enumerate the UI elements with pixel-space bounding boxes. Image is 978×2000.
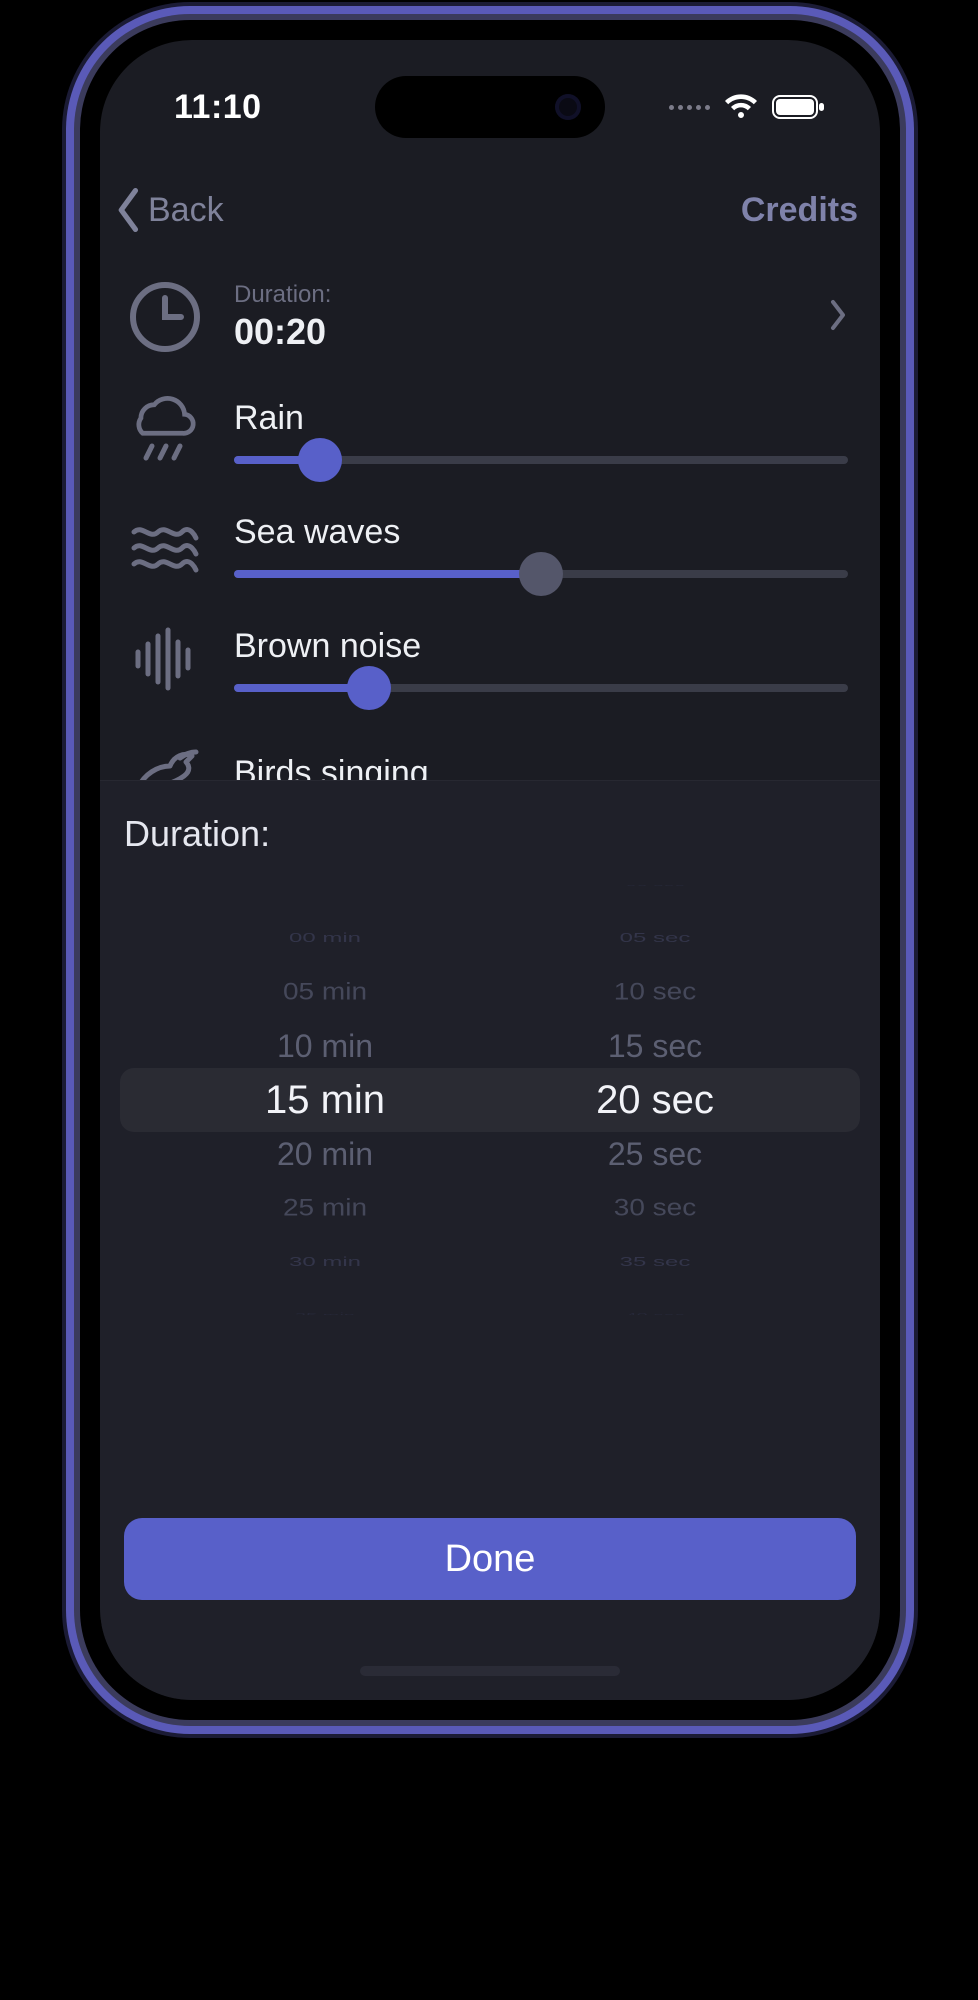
phone-screen: 11:10 Back: [100, 40, 880, 1700]
status-right-cluster: [669, 94, 826, 120]
picker-option[interactable]: 05 min: [283, 969, 367, 1015]
soundwave-icon: [126, 620, 204, 698]
slider-fill: [234, 570, 541, 578]
back-button-label: Back: [148, 191, 224, 230]
nav-bar: Back Credits: [100, 170, 880, 250]
picker-option[interactable]: 25 min: [283, 1185, 367, 1231]
waves-icon: [126, 506, 204, 584]
picker-minutes-opts: 00 min 05 min10 min15 min20 min25 min 30 m…: [195, 911, 455, 1315]
picker-option[interactable]: 25 sec: [608, 1127, 702, 1181]
picker-seconds-column[interactable]: 00 sec 05 sec 10 sec15 sec20 sec25 sec30 s…: [525, 885, 785, 1315]
brown-noise-volume-slider[interactable]: [234, 684, 848, 692]
done-button-label: Done: [445, 1538, 536, 1581]
credits-button-label: Credits: [741, 191, 858, 229]
rain-volume-slider[interactable]: [234, 456, 848, 464]
chevron-right-icon: [828, 298, 848, 337]
picker-option[interactable]: 30 min: [289, 1247, 361, 1277]
slider-thumb[interactable]: [347, 666, 391, 710]
sound-row-label: Brown noise: [234, 627, 848, 666]
picker-seconds-opts: 00 sec 05 sec 10 sec15 sec20 sec25 sec30 s…: [525, 885, 785, 1315]
sound-row-label: Rain: [234, 399, 848, 438]
sound-row-rain: Rain: [100, 374, 880, 488]
picker-minutes-column[interactable]: 00 min 05 min10 min15 min20 min25 min 30 m…: [195, 885, 455, 1315]
picker-option[interactable]: 00 sec: [626, 885, 685, 893]
home-indicator: [360, 1666, 620, 1676]
back-button[interactable]: Back: [114, 188, 224, 232]
credits-button[interactable]: Credits: [741, 191, 858, 230]
battery-icon: [772, 94, 826, 120]
rain-cloud-icon: [126, 392, 204, 470]
slider-thumb[interactable]: [519, 552, 563, 596]
device-mock-stage: 11:10 Back: [0, 0, 978, 2000]
clock-icon: [126, 278, 204, 356]
duration-value: 00:20: [234, 311, 798, 353]
wifi-icon: [724, 94, 758, 120]
picker-option[interactable]: 30 sec: [614, 1185, 697, 1231]
cellular-dots-icon: [669, 105, 710, 110]
duration-row[interactable]: Duration: 00:20: [100, 260, 880, 374]
sound-row-label: Sea waves: [234, 513, 848, 552]
chevron-left-icon: [114, 188, 144, 232]
picker-option[interactable]: 40 sec: [626, 1307, 685, 1315]
status-time: 11:10: [174, 88, 262, 127]
picker-option[interactable]: 10 sec: [614, 969, 697, 1015]
picker-option[interactable]: 10 min: [277, 1019, 373, 1073]
dynamic-island: [375, 76, 605, 138]
sound-row-sea-waves: Sea waves: [100, 488, 880, 602]
picker-option[interactable]: 05 sec: [620, 923, 691, 953]
duration-picker-sheet: Duration: 00 min 05 min10 min15 min20 min…: [100, 780, 880, 1700]
slider-thumb[interactable]: [298, 438, 342, 482]
picker-option[interactable]: 15 min: [265, 1073, 385, 1127]
picker-option[interactable]: 20 min: [277, 1127, 373, 1181]
picker-option[interactable]: 35 sec: [620, 1247, 691, 1277]
sound-mixer-content: Duration: 00:20 Rain: [100, 260, 880, 812]
duration-picker: 00 min 05 min10 min15 min20 min25 min 30 m…: [120, 885, 860, 1315]
picker-option[interactable]: 00 min: [289, 923, 361, 953]
phone-frame: 11:10 Back: [80, 20, 900, 1720]
picker-title: Duration:: [100, 781, 880, 865]
picker-option[interactable]: 20 sec: [596, 1073, 714, 1127]
picker-option[interactable]: 35 min: [295, 1307, 355, 1315]
duration-caption: Duration:: [234, 281, 798, 309]
done-button[interactable]: Done: [124, 1518, 856, 1600]
picker-option[interactable]: 15 sec: [608, 1019, 702, 1073]
sound-row-brown-noise: Brown noise: [100, 602, 880, 716]
sea-waves-volume-slider[interactable]: [234, 570, 848, 578]
